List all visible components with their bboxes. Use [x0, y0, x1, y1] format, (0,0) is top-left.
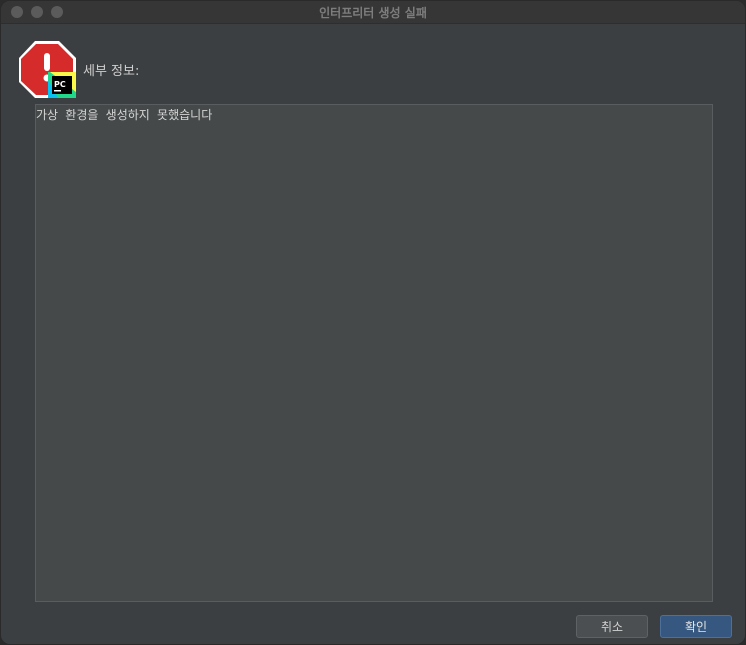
ok-button[interactable]: 확인: [660, 615, 732, 638]
error-stop-icon: PC: [19, 41, 76, 98]
pycharm-badge-text: PC: [54, 80, 66, 89]
details-text-area[interactable]: 가상 환경을 생성하지 못했습니다: [35, 104, 713, 602]
window-title: 인터프리터 생성 실패: [319, 6, 427, 20]
pycharm-icon: PC: [48, 72, 76, 98]
cancel-button[interactable]: 취소: [576, 615, 648, 638]
details-label: 세부 정보:: [83, 64, 140, 79]
error-icon: PC: [18, 40, 78, 98]
details-text: 가상 환경을 생성하지 못했습니다: [36, 108, 213, 122]
title-bar: 인터프리터 생성 실패: [1, 1, 745, 24]
dialog-window: 인터프리터 생성 실패 PC 세부 정보: 가상 환경을 생성하지 못했습니다 …: [0, 0, 746, 645]
